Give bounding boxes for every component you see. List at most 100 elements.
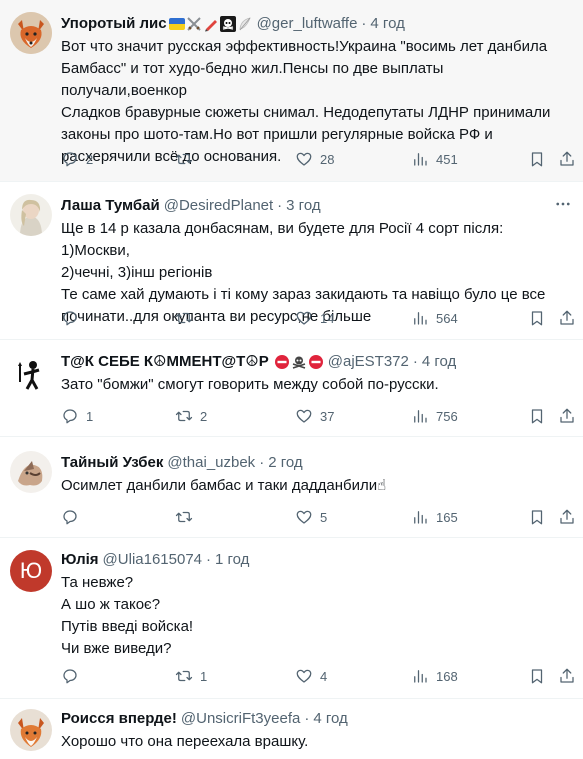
display-name[interactable]: Упоротый лис — [61, 14, 167, 34]
heart-icon — [296, 152, 312, 166]
retweet-button[interactable]: 1 — [175, 666, 207, 686]
user-handle[interactable]: @ajEST372 — [328, 352, 409, 372]
display-name[interactable]: Т@К СЕБЕ К☮ММЕНТ@Т☮Р — [61, 352, 269, 372]
views-button[interactable]: 451 — [411, 149, 458, 169]
bookmark-icon — [531, 669, 543, 684]
like-count: 28 — [320, 151, 335, 167]
tweet-text: Та невже? А шо ж такоє? Путів введі войс… — [61, 574, 194, 657]
user-handle[interactable]: @DesiredPlanet — [164, 196, 273, 216]
share-button[interactable] — [558, 507, 576, 527]
more-options-button[interactable] — [553, 194, 573, 214]
separator-dot: · — [206, 551, 212, 568]
separator-dot: · — [412, 353, 418, 370]
tweet[interactable]: Упоротый лис @ger_luftwaffe · 4 год Вот … — [0, 0, 583, 182]
retweet-count: 2 — [200, 408, 208, 424]
separator-dot: · — [259, 454, 265, 471]
tweet-actions: 1 4 168 — [61, 666, 577, 686]
tweet-actions: 1 2 37 756 — [61, 406, 577, 426]
skull-and-crossbones-icon — [219, 16, 236, 32]
bookmark-icon — [531, 510, 543, 525]
share-button[interactable] — [558, 149, 576, 169]
bookmark-button[interactable] — [528, 507, 546, 527]
tweet[interactable]: Роисся вперде! @UnsicriFt3yeefa · 4 год … — [0, 699, 583, 759]
like-button[interactable]: 4 — [295, 666, 327, 686]
user-handle[interactable]: @UnsicriFt3yeefa — [181, 709, 300, 729]
reply-icon — [63, 311, 77, 326]
tweet[interactable]: Лаша Тумбай @DesiredPlanet · 3 год Ще в … — [0, 182, 583, 340]
avatar[interactable] — [10, 12, 52, 54]
reply-button[interactable] — [61, 507, 86, 527]
reply-button[interactable]: 1 — [61, 406, 93, 426]
reply-button[interactable] — [61, 666, 86, 686]
analytics-icon — [414, 511, 427, 524]
like-count: 14 — [320, 310, 335, 326]
reply-button[interactable]: 2 — [61, 149, 93, 169]
like-button[interactable]: 37 — [295, 406, 334, 426]
views-button[interactable]: 168 — [411, 666, 458, 686]
tweet[interactable]: Т@К СЕБЕ К☮ММЕНТ@Т☮Р @ajEST372 · 4 год З… — [0, 340, 583, 437]
timestamp[interactable]: 4 год — [370, 14, 404, 34]
view-count: 168 — [436, 668, 458, 684]
bookmark-button[interactable] — [528, 308, 546, 328]
share-button[interactable] — [558, 666, 576, 686]
avatar[interactable] — [10, 451, 52, 493]
pencil-icon — [204, 20, 217, 32]
retweet-button[interactable] — [175, 507, 200, 527]
name-emojis — [274, 354, 324, 370]
like-button[interactable]: 5 — [295, 507, 327, 527]
heart-icon — [296, 311, 312, 325]
views-button[interactable]: 564 — [411, 308, 458, 328]
user-handle[interactable]: @ger_luftwaffe — [257, 14, 358, 34]
share-icon — [560, 509, 574, 524]
display-name[interactable]: Лаша Тумбай — [61, 196, 160, 216]
reply-count: 1 — [86, 408, 94, 424]
separator-dot: · — [361, 15, 367, 32]
bookmark-button[interactable] — [528, 149, 546, 169]
retweet-icon — [175, 670, 193, 682]
more-icon — [556, 202, 570, 206]
bookmark-button[interactable] — [528, 666, 546, 686]
tweet[interactable]: Тайный Узбек @thai_uzbek · 2 год Осимлет… — [0, 437, 583, 538]
avatar[interactable] — [10, 709, 52, 751]
like-count: 4 — [320, 668, 328, 684]
display-name[interactable]: Тайный Узбек — [61, 453, 163, 473]
share-icon — [560, 668, 574, 683]
analytics-icon — [414, 670, 427, 683]
like-button[interactable]: 14 — [295, 308, 334, 328]
like-count: 5 — [320, 509, 328, 525]
view-count: 756 — [436, 408, 458, 424]
timestamp[interactable]: 4 год — [422, 352, 456, 372]
reply-icon — [63, 152, 77, 167]
share-icon — [560, 151, 574, 166]
avatar[interactable] — [10, 352, 52, 394]
heart-icon — [296, 669, 312, 683]
timestamp[interactable]: 3 год — [286, 196, 320, 216]
separator-dot: · — [277, 197, 283, 214]
user-handle[interactable]: @thai_uzbek — [167, 453, 255, 473]
views-button[interactable]: 756 — [411, 406, 458, 426]
retweet-icon — [175, 511, 193, 523]
retweet-button[interactable] — [175, 149, 200, 169]
view-count: 564 — [436, 310, 458, 326]
timestamp[interactable]: 1 год — [215, 550, 249, 570]
display-name[interactable]: Юлія — [61, 550, 99, 570]
share-button[interactable] — [558, 308, 576, 328]
retweet-button[interactable]: 2 — [175, 406, 207, 426]
avatar[interactable] — [10, 194, 52, 236]
bookmark-button[interactable] — [528, 406, 546, 426]
retweet-button[interactable] — [175, 308, 200, 328]
display-name[interactable]: Роисся вперде! — [61, 709, 177, 729]
share-button[interactable] — [558, 406, 576, 426]
user-handle[interactable]: @Ulia1615074 — [103, 550, 202, 570]
like-button[interactable]: 28 — [295, 149, 334, 169]
avatar[interactable]: Ю — [10, 550, 52, 592]
bookmark-icon — [531, 409, 543, 424]
reply-button[interactable] — [61, 308, 86, 328]
tweet-actions: 14 564 — [61, 308, 577, 328]
timestamp[interactable]: 4 год — [313, 709, 347, 729]
views-button[interactable]: 165 — [411, 507, 458, 527]
tweet[interactable]: Ю Юлія @Ulia1615074 · 1 год Та невже? А … — [0, 538, 583, 699]
tweet-actions: 5 165 — [61, 507, 577, 527]
timestamp[interactable]: 2 год — [268, 453, 302, 473]
skull-and-crossbones-icon — [292, 356, 306, 369]
